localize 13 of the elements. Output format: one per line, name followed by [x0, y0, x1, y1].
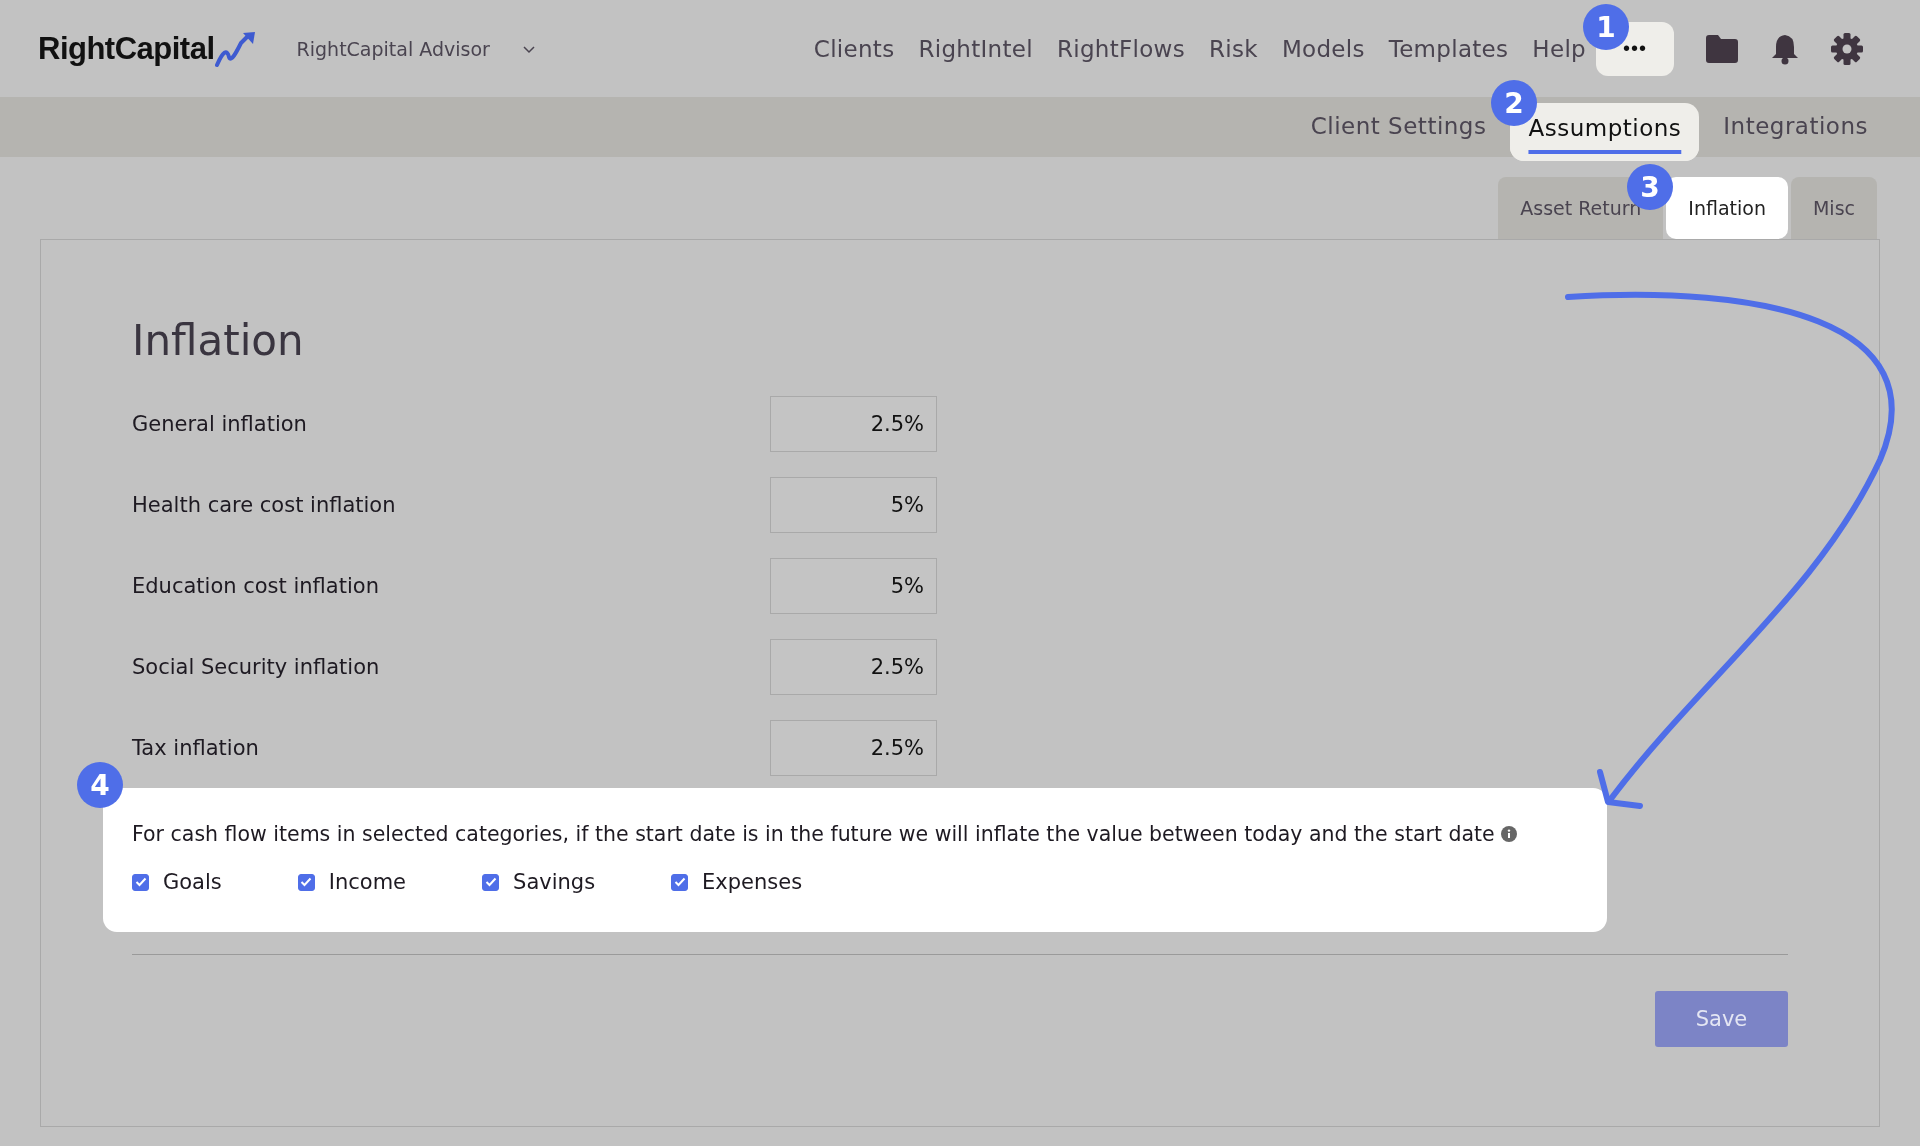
step-number-tooltip: 4: [77, 762, 123, 808]
checkbox-label: Expenses: [702, 870, 803, 894]
checkbox-label: Goals: [163, 870, 222, 894]
logo-text: RightCapital: [38, 30, 215, 67]
field-label: General inflation: [132, 411, 308, 436]
field-label: Education cost inflation: [132, 573, 380, 598]
checkbox-label: Savings: [513, 870, 596, 894]
field-label: Social Security inflation: [132, 654, 381, 679]
note-text: For cash flow items in selected categories, if the start date is in the future we will inflate the value between today and the start date: [132, 822, 1495, 846]
field-label: Health care cost inflation: [132, 492, 397, 517]
checkbox-label: Income: [328, 870, 407, 894]
section-title: Inflation: [132, 316, 305, 365]
field-label: Tax inflation: [132, 735, 260, 760]
